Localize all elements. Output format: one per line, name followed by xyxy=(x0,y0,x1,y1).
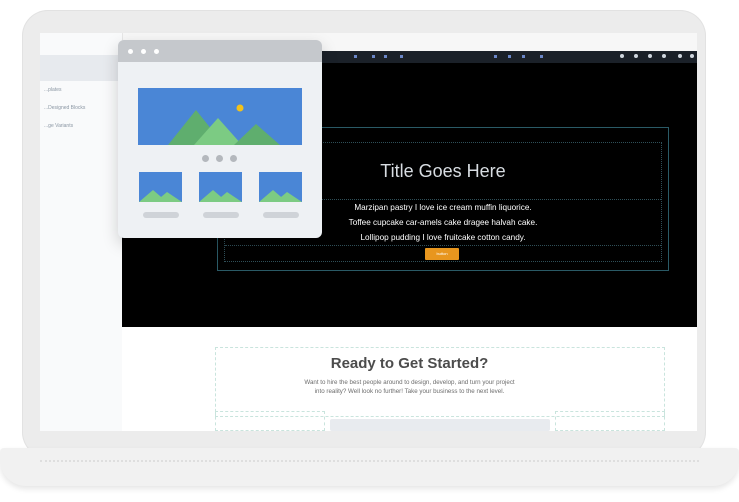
carousel-dot-icon xyxy=(230,155,237,162)
sidebar-header xyxy=(40,55,122,81)
align-icon[interactable] xyxy=(494,55,497,58)
cta-card-left xyxy=(215,411,325,431)
thumbnail-image-icon xyxy=(259,172,302,202)
cta-card-right xyxy=(555,411,665,431)
code-icon[interactable] xyxy=(678,54,682,58)
sidebar-item-templates[interactable]: ...plates xyxy=(40,81,122,99)
browser-title-bar xyxy=(118,40,322,62)
italic-icon[interactable] xyxy=(384,55,387,58)
window-dot-icon xyxy=(128,49,133,54)
cta-section: Ready to Get Started? Want to hire the b… xyxy=(122,327,697,431)
image-icon[interactable] xyxy=(540,55,543,58)
caption-placeholder xyxy=(203,212,239,218)
link-icon[interactable] xyxy=(400,55,403,58)
bold-icon[interactable] xyxy=(372,55,375,58)
sidebar-item-designed-blocks[interactable]: ...Designed Blocks xyxy=(40,99,122,117)
carousel-dot-icon xyxy=(216,155,223,162)
window-dot-icon xyxy=(141,49,146,54)
publish-icon[interactable] xyxy=(690,54,694,58)
undo-icon[interactable] xyxy=(620,54,624,58)
sidebar-item-page-variants[interactable]: ...ge Variants xyxy=(40,117,122,135)
list-icon[interactable] xyxy=(508,55,511,58)
format-icon[interactable] xyxy=(354,55,357,58)
caption-placeholder xyxy=(143,212,179,218)
laptop-base xyxy=(0,448,739,486)
settings-icon[interactable] xyxy=(662,54,666,58)
carousel-dot-icon xyxy=(202,155,209,162)
cta-form-field[interactable] xyxy=(330,419,550,431)
preview-icon[interactable] xyxy=(648,54,652,58)
thumbnail-image-icon xyxy=(139,172,182,202)
editor-sidebar: ...plates ...Designed Blocks ...ge Varia… xyxy=(40,33,123,431)
thumbnail-image-icon xyxy=(199,172,242,202)
caption-placeholder xyxy=(263,212,299,218)
window-dot-icon xyxy=(154,49,159,54)
cta-title[interactable]: Ready to Get Started? xyxy=(122,355,697,372)
cta-text-line-2[interactable]: into reality? Well look no further! Take… xyxy=(122,388,697,395)
indent-icon[interactable] xyxy=(522,55,525,58)
redo-icon[interactable] xyxy=(634,54,638,58)
browser-window-illustration xyxy=(118,40,322,238)
cta-text-line-1[interactable]: Want to hire the best people around to d… xyxy=(122,379,697,386)
landscape-image-icon xyxy=(138,88,302,145)
hero-button[interactable]: button xyxy=(425,248,459,260)
